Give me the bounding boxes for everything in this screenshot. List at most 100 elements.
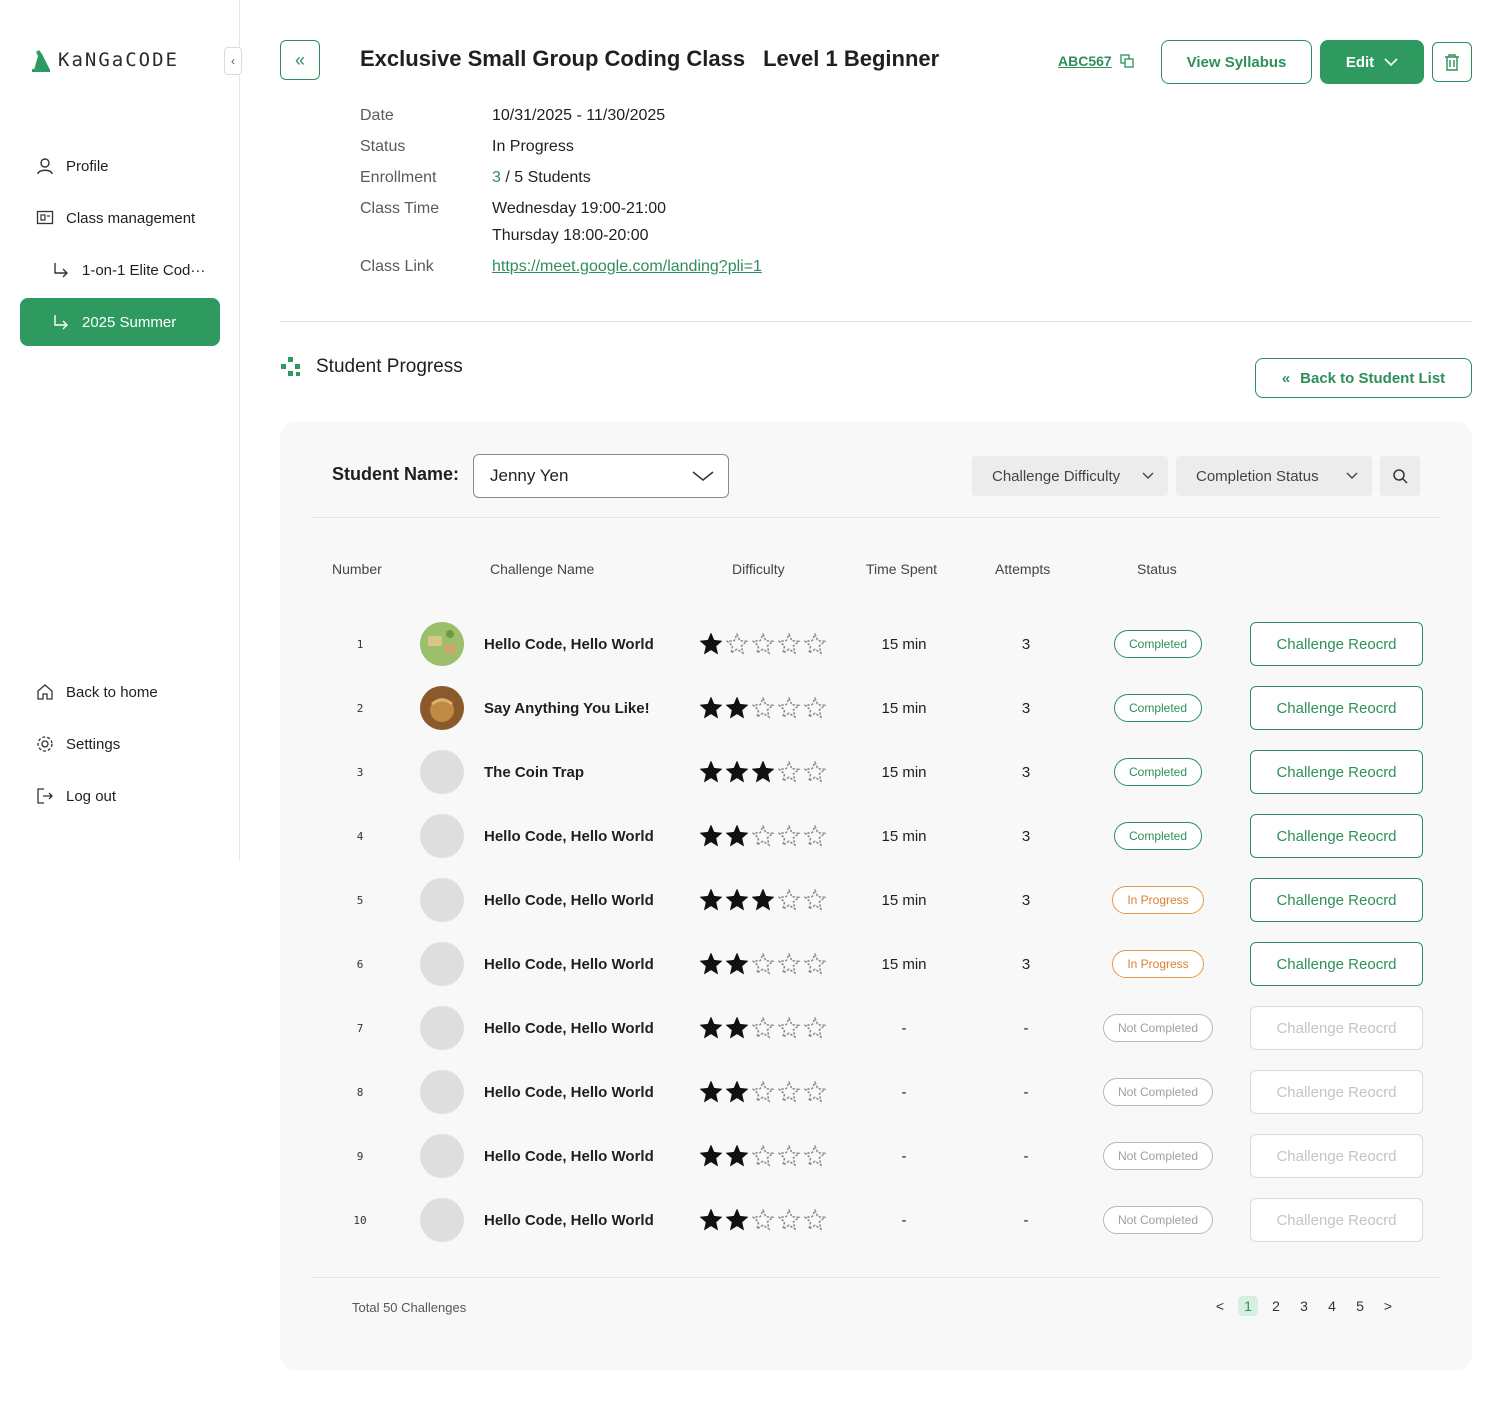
challenge-record-button[interactable]: Challenge Reocrd	[1250, 622, 1423, 666]
page-1[interactable]: 1	[1238, 1296, 1258, 1316]
class-code-link[interactable]: ABC567	[1058, 53, 1134, 69]
sidebar-item-label: Class management	[66, 209, 196, 227]
star-filled-icon	[700, 761, 722, 783]
sidebar-item-settings[interactable]: Settings	[20, 720, 220, 768]
prev-page-button[interactable]: <	[1210, 1296, 1230, 1316]
status-badge: Not Completed	[1102, 1142, 1214, 1170]
challenge-record-button[interactable]: Challenge Reocrd	[1250, 750, 1423, 794]
difficulty-stars	[700, 622, 826, 666]
copy-icon[interactable]	[1120, 54, 1134, 68]
challenge-thumbnail	[420, 686, 464, 730]
challenge-record-button[interactable]: Challenge Reocrd	[1250, 878, 1423, 922]
search-icon	[1393, 469, 1408, 484]
divider	[280, 321, 1472, 322]
class-link-label: Class Link	[360, 258, 434, 275]
star-empty-icon	[752, 1209, 774, 1231]
challenge-name: Hello Code, Hello World	[484, 827, 654, 845]
search-button[interactable]	[1380, 456, 1420, 496]
challenge-name: Say Anything You Like!	[484, 699, 650, 717]
logo-text: KaNGaCODE	[58, 49, 179, 71]
chevron-down-icon	[1142, 472, 1154, 479]
star-empty-icon	[778, 697, 800, 719]
challenge-thumbnail	[420, 1006, 464, 1050]
challenge-name: Hello Code, Hello World	[484, 1083, 654, 1101]
time-spent: 15 min	[881, 827, 927, 845]
progress-panel: Student Name: Jenny Yen Challenge Diffic…	[280, 422, 1472, 1370]
time-spent: 15 min	[881, 635, 927, 653]
enrollment-total: / 5 Students	[500, 169, 591, 186]
challenge-difficulty-filter[interactable]: Challenge Difficulty	[972, 456, 1168, 496]
attempts: -	[1023, 1147, 1029, 1165]
table-row: 5 Hello Code, Hello World 15 min 3 In Progre…	[280, 878, 1472, 942]
star-empty-icon	[804, 1081, 826, 1103]
sidebar-item-label: Settings	[66, 735, 121, 753]
star-filled-icon	[700, 697, 722, 719]
star-empty-icon	[726, 633, 748, 655]
table-row: 8 Hello Code, Hello World - - Not Completed C…	[280, 1070, 1472, 1134]
difficulty-stars	[700, 942, 826, 986]
section-title-text: Student Progress	[316, 356, 463, 377]
status-badge: Not Completed	[1102, 1206, 1214, 1234]
status-cell: Completed	[1088, 814, 1228, 858]
page-4[interactable]: 4	[1322, 1296, 1342, 1316]
page-3[interactable]: 3	[1294, 1296, 1314, 1316]
row-number: 4	[356, 829, 364, 843]
challenge-record-button[interactable]: Challenge Reocrd	[1250, 686, 1423, 730]
time-spent: -	[901, 1083, 907, 1101]
status-cell: Completed	[1088, 686, 1228, 730]
back-button[interactable]: «	[280, 40, 320, 80]
collapse-sidebar-button[interactable]: ‹	[224, 47, 242, 75]
divider	[312, 1277, 1440, 1278]
view-syllabus-button[interactable]: View Syllabus	[1161, 40, 1312, 84]
challenge-record-button[interactable]: Challenge Reocrd	[1250, 814, 1423, 858]
star-empty-icon	[752, 697, 774, 719]
page-title: Exclusive Small Group Coding Class Level …	[360, 46, 939, 72]
class-link[interactable]: https://meet.google.com/landing?pli=1	[492, 253, 762, 280]
star-empty-icon	[752, 953, 774, 975]
back-to-student-list-button[interactable]: « Back to Student List	[1255, 358, 1472, 398]
time-spent: 15 min	[881, 955, 927, 973]
star-filled-icon	[726, 825, 748, 847]
star-empty-icon	[752, 1017, 774, 1039]
table-row: 1 Hello Code, Hello World 15 min 3 Completed…	[280, 622, 1472, 686]
challenge-record-button[interactable]: Challenge Reocrd	[1250, 942, 1423, 986]
challenge-thumbnail	[420, 1070, 464, 1114]
student-select[interactable]: Jenny Yen	[473, 454, 729, 498]
star-empty-icon	[778, 761, 800, 783]
column-header-number: Number	[332, 561, 382, 577]
sidebar-item-class-management[interactable]: Class management	[20, 194, 220, 242]
completion-status-filter[interactable]: Completion Status	[1176, 456, 1372, 496]
attempts: 3	[1021, 763, 1031, 781]
enrolled-count: 3	[492, 169, 501, 186]
challenge-thumbnail	[420, 1134, 464, 1178]
challenge-thumbnail-coin-icon	[420, 686, 464, 730]
class-code: ABC567	[1058, 53, 1112, 69]
star-empty-icon	[752, 633, 774, 655]
edit-button[interactable]: Edit	[1320, 40, 1424, 84]
sidebar-item-logout[interactable]: Log out	[20, 772, 220, 820]
page-5[interactable]: 5	[1350, 1296, 1370, 1316]
time-spent: 15 min	[881, 699, 927, 717]
sidebar-item-profile[interactable]: Profile	[20, 142, 220, 190]
sidebar-item-back-home[interactable]: Back to home	[20, 668, 220, 716]
status-cell: Completed	[1088, 750, 1228, 794]
star-filled-icon	[726, 761, 748, 783]
column-header-time-spent: Time Spent	[866, 561, 938, 577]
row-number: 9	[356, 1149, 364, 1163]
row-number: 5	[356, 893, 364, 907]
chevron-down-icon	[692, 471, 714, 481]
enrollment-label: Enrollment	[360, 169, 437, 186]
star-empty-icon	[778, 1017, 800, 1039]
next-page-button[interactable]: >	[1378, 1296, 1398, 1316]
page-2[interactable]: 2	[1266, 1296, 1286, 1316]
difficulty-stars	[700, 1134, 826, 1178]
sidebar-item-2025-summer[interactable]: 2025 Summer	[20, 298, 220, 346]
total-challenges: Total 50 Challenges	[352, 1300, 467, 1315]
delete-button[interactable]	[1432, 42, 1472, 82]
sidebar-item-label: Back to home	[66, 683, 158, 701]
attempts: 3	[1021, 891, 1031, 909]
sidebar-item-elite-coding[interactable]: 1-on-1 Elite Cod···	[20, 246, 220, 294]
star-filled-icon	[700, 1017, 722, 1039]
logo[interactable]: KaNGaCODE	[30, 48, 179, 72]
pagination: < 1 2 3 4 5 >	[1210, 1296, 1398, 1316]
